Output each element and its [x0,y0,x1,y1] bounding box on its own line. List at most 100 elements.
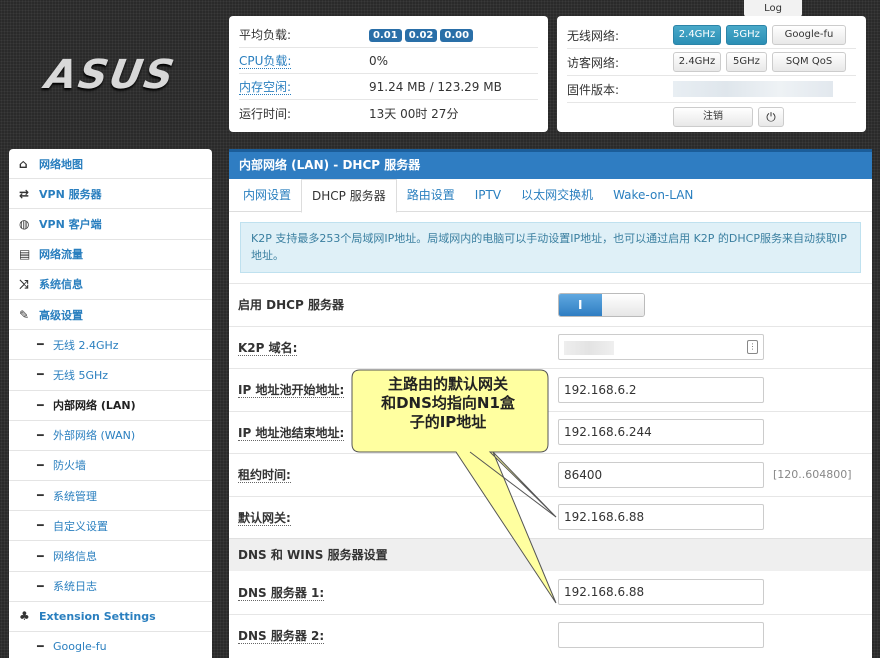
tab-iptv[interactable]: IPTV [465,179,511,211]
pool-end-input[interactable]: 192.168.6.244 [558,419,764,446]
sidebar-item-label: VPN 服务器 [39,187,102,201]
sidebar-sub-lan[interactable]: ━ 内部网络 (LAN) [9,391,212,421]
sidebar-sub-label: 外部网络 (WAN) [53,429,136,443]
hdd-icon: ▤ [19,247,31,262]
pool-start-input[interactable]: 192.168.6.2 [558,376,764,403]
status-row-memory: 内存空闲: 91.24 MB / 123.29 MB [239,74,538,100]
wifi-24ghz-button[interactable]: 2.4GHz [673,25,721,45]
memory-free-link[interactable]: 内存空闲: [239,79,292,95]
extension-icon: ♣ [19,609,30,624]
sidebar: ⌂ 网络地图 ⇄ VPN 服务器 ◍ VPN 客户端 ▤ 网络流量 ⤨ 系统信息 ✎ 高级设… [9,149,212,658]
sidebar-item-system-info[interactable]: ⤨ 系统信息 [9,270,212,300]
gateway-row: 默认网关: 192.168.6.88 [229,495,872,539]
tab-bar: 内网设置 DHCP 服务器 路由设置 IPTV 以太网交换机 Wake-on-L… [229,179,872,213]
sidebar-sub-wan[interactable]: ━ 外部网络 (WAN) [9,421,212,451]
pool-start-row: IP 地址池开始地址: 192.168.6.2 [229,368,872,411]
sidebar-item-label: VPN 客户端 [39,217,102,231]
sidebar-item-label: 网络流量 [39,248,83,262]
enable-dhcp-toggle[interactable]: I [558,292,645,317]
callout-line: 和DNS均指向N1盒 [381,394,515,412]
sidebar-sub-label: 系统日志 [53,580,97,594]
status-row-cpu: CPU负载: 0% [239,48,538,74]
load-badge: 0.01 [369,29,402,42]
wifi-label: 无线网络: [567,28,620,43]
sidebar-item-extension-settings[interactable]: ♣ Extension Settings [9,602,212,632]
tab-ethernet-switch[interactable]: 以太网交换机 [511,179,603,211]
sidebar-sub-wireless-24[interactable]: ━ 无线 2.4GHz [9,330,212,361]
pool-end-row: IP 地址池结束地址: 192.168.6.244 [229,410,872,454]
firmware-row: 固件版本: [567,76,856,103]
load-values: 0.01 0.02 0.00 [369,27,476,42]
status-label: 平均负载: [239,28,292,42]
firmware-label: 固件版本: [567,82,620,97]
sqm-qos-button[interactable]: SQM QoS [772,52,846,72]
wifi-row: 无线网络: 2.4GHz 5GHz Google-fu [567,22,856,49]
lease-row: 租约时间: 86400 [120..604800] [229,453,872,496]
log-tab[interactable]: Log [744,0,802,17]
google-fu-button[interactable]: Google-fu [772,25,846,45]
sidebar-sub-label: 自定义设置 [53,519,108,533]
dns2-row: DNS 服务器 2: [229,613,872,657]
domain-input[interactable]: ⋮ [558,334,764,361]
dns2-input[interactable] [558,622,764,649]
logout-button[interactable]: 注销 [673,106,753,127]
gateway-input[interactable]: 192.168.6.88 [558,504,764,531]
firmware-version-redacted [673,81,833,97]
enable-dhcp-row: 启用 DHCP 服务器 I [229,283,872,326]
dns2-label: DNS 服务器 2: [238,628,325,644]
sidebar-sub-firewall[interactable]: ━ 防火墙 [9,451,212,482]
sidebar-sub-google-fu[interactable]: ━ Google-fu [9,632,212,658]
sidebar-item-traffic[interactable]: ▤ 网络流量 [9,240,212,270]
tab-dhcp-server[interactable]: DHCP 服务器 [301,179,397,213]
guest-5ghz-button[interactable]: 5GHz [726,52,767,72]
lease-label: 租约时间: [238,468,291,484]
gateway-label: 默认网关: [238,510,291,526]
pool-start-label: IP 地址池开始地址: [238,383,345,399]
sidebar-sub-label: 系统管理 [53,489,97,503]
load-badge: 0.02 [404,29,438,42]
callout-line: 子的IP地址 [409,413,487,431]
home-icon: ⌂ [19,156,28,171]
guest-label: 访客网络: [567,55,620,70]
sidebar-item-network-map[interactable]: ⌂ 网络地图 [9,149,212,180]
callout-text: 主路由的默认网关 和DNS均指向N1盒 子的IP地址 [352,375,544,432]
wireless-status-panel: 无线网络: 2.4GHz 5GHz Google-fu 访客网络: 2.4GHz… [557,16,866,132]
main-panel: 内部网络 (LAN) - DHCP 服务器 内网设置 DHCP 服务器 路由设置… [229,149,872,658]
globe-icon: ◍ [19,216,30,231]
status-label: 运行时间: [239,106,292,121]
sidebar-sub-custom[interactable]: ━ 自定义设置 [9,511,212,542]
sidebar-sub-label: 无线 5GHz [53,368,109,382]
tab-lan-settings[interactable]: 内网设置 [233,179,301,211]
wifi-5ghz-button[interactable]: 5GHz [726,25,767,45]
sidebar-sub-label: 无线 2.4GHz [53,338,119,352]
dns1-label: DNS 服务器 1: [238,585,325,601]
lock-icon: ⋮ [747,340,758,355]
guest-24ghz-button[interactable]: 2.4GHz [673,52,721,72]
sidebar-sub-wireless-5[interactable]: ━ 无线 5GHz [9,360,212,391]
sidebar-sub-netinfo[interactable]: ━ 网络信息 [9,541,212,572]
lease-input[interactable]: 86400 [558,461,764,488]
tab-routing[interactable]: 路由设置 [397,179,465,211]
sidebar-item-label: 网络地图 [39,157,83,171]
tab-wake-on-lan[interactable]: Wake-on-LAN [603,179,703,211]
enable-dhcp-label: 启用 DHCP 服务器 [238,298,344,313]
cpu-load-value: 0% [369,53,389,68]
load-badge: 0.00 [440,29,474,42]
pool-end-label: IP 地址池结束地址: [238,425,345,441]
domain-row: K2P 域名: ⋮ [229,325,872,369]
sidebar-item-label: Extension Settings [39,609,156,623]
random-icon: ⤨ [19,276,29,291]
sidebar-item-vpn-client[interactable]: ◍ VPN 客户端 [9,209,212,240]
power-icon[interactable]: ⏻ [758,106,784,127]
sidebar-sub-admin[interactable]: ━ 系统管理 [9,481,212,512]
logout-row: 注销 ⏻ [567,103,856,130]
sidebar-sub-syslog[interactable]: ━ 系统日志 [9,572,212,602]
cpu-load-link[interactable]: CPU负载: [239,53,292,69]
sidebar-item-advanced[interactable]: ✎ 高级设置 [9,300,212,331]
retweet-icon: ⇄ [19,186,30,201]
domain-label: K2P 域名: [238,340,298,356]
sidebar-sub-label: Google-fu [53,640,107,654]
dns1-input[interactable]: 192.168.6.88 [558,579,764,606]
sidebar-item-vpn-server[interactable]: ⇄ VPN 服务器 [9,179,212,210]
sidebar-sub-label: 防火墙 [53,459,86,473]
